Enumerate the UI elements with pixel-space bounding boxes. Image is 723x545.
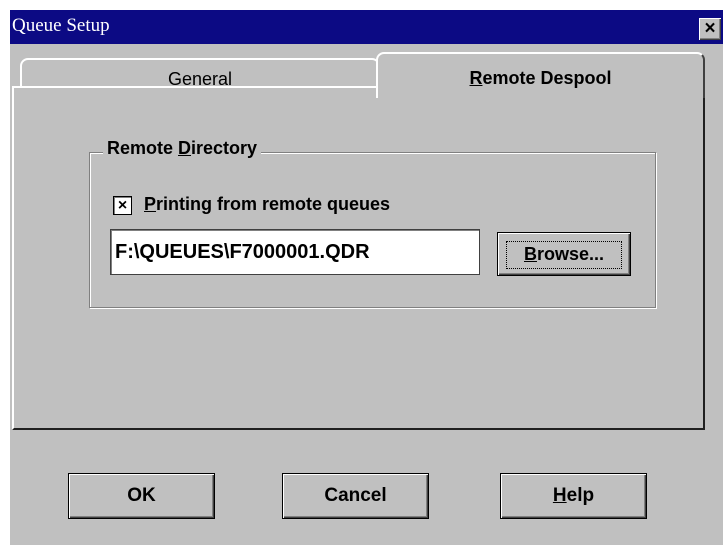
window-title: Queue Setup [12, 15, 110, 36]
help-button-label: Help [552, 485, 595, 506]
directory-path-value: F:\QUEUES\F7000001.QDR [115, 241, 370, 263]
close-button[interactable]: × [699, 18, 721, 40]
printing-remote-queues-checkbox[interactable]: × [113, 196, 132, 215]
cancel-button-label: Cancel [324, 485, 387, 506]
ok-button[interactable]: OK [68, 473, 215, 519]
remote-directory-group-label: Remote Directory [103, 138, 262, 159]
printing-remote-queues-label[interactable]: Printing from remote queues [144, 194, 390, 215]
tab-remote-despool-label: Remote Despool [469, 68, 612, 88]
help-button[interactable]: Help [500, 473, 647, 519]
directory-path-input[interactable]: F:\QUEUES\F7000001.QDR [110, 229, 480, 275]
close-icon: × [704, 18, 716, 39]
tab-remote-despool[interactable]: Remote Despool [376, 52, 705, 98]
checkmark-icon: × [117, 197, 128, 214]
cancel-button[interactable]: Cancel [282, 473, 429, 519]
browse-button-label: Browse... [523, 244, 605, 264]
ok-button-label: OK [127, 485, 156, 506]
browse-button[interactable]: Browse... [497, 232, 631, 276]
title-bar[interactable]: Queue Setup × [10, 10, 723, 44]
